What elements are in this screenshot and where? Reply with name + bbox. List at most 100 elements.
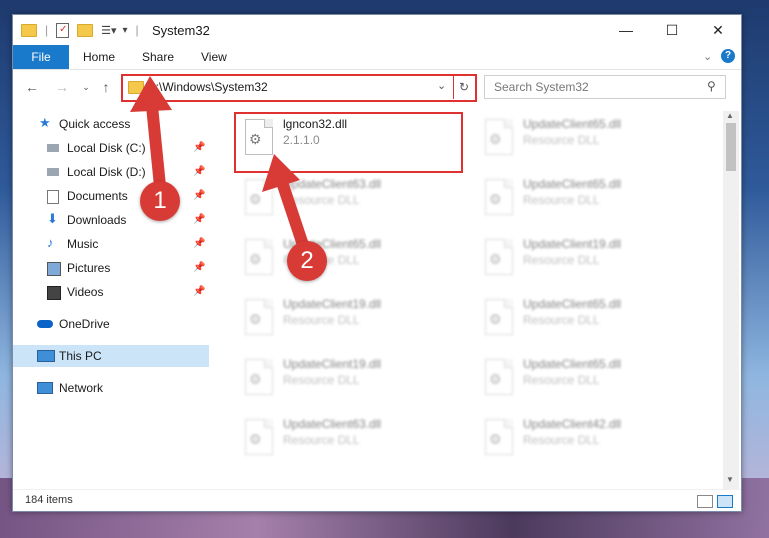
quick-access-toolbar: | ✓ ☰▾ ▾ |: [21, 21, 139, 39]
downloads-icon: ⬇: [47, 211, 58, 226]
file-item[interactable]: ⚙ UpdateClient19.dll Resource DLL: [235, 293, 463, 345]
file-item[interactable]: ⚙ UpdateClient65.dll Resource DLL: [475, 173, 703, 225]
file-name: UpdateClient63.dll: [283, 417, 382, 431]
file-item[interactable]: ⚙ UpdateClient63.dll Resource DLL: [235, 173, 463, 225]
music-icon: ♪: [47, 235, 54, 250]
pin-icon[interactable]: 📌: [193, 137, 205, 159]
details-view-icon[interactable]: [697, 495, 713, 508]
large-icons-view-icon[interactable]: [717, 495, 733, 508]
pin-icon[interactable]: 📌: [193, 281, 205, 303]
up-button[interactable]: ↑: [97, 78, 115, 96]
sidebar-item-music[interactable]: ♪ Music 📌: [13, 233, 209, 255]
window-title: System32: [152, 23, 210, 38]
close-button[interactable]: ✕: [695, 15, 741, 45]
file-item[interactable]: ⚙ UpdateClient65.dll Resource DLL: [475, 113, 703, 165]
tab-view[interactable]: View: [197, 45, 231, 69]
gear-icon: ⚙: [489, 251, 502, 267]
sidebar-item-label: Pictures: [67, 261, 111, 275]
item-count: 184 items: [25, 494, 73, 506]
gear-icon: ⚙: [249, 191, 262, 207]
file-item[interactable]: ⚙ UpdateClient65.dll Resource DLL: [475, 293, 703, 345]
sidebar-item-label: Local Disk (C:): [67, 141, 146, 155]
refresh-icon[interactable]: ↻: [453, 75, 474, 99]
minimize-button[interactable]: —: [603, 15, 649, 45]
sidebar-item-videos[interactable]: Videos 📌: [13, 281, 209, 303]
step-2-badge: 2: [287, 241, 327, 281]
file-name: UpdateClient65.dll: [523, 297, 622, 311]
sidebar-item-local-disk-d[interactable]: Local Disk (D:) 📌: [13, 161, 209, 183]
file-explorer-window: | ✓ ☰▾ ▾ | System32 — ☐ ✕ File Home Shar…: [12, 14, 742, 512]
sidebar-item-label: Network: [59, 381, 104, 395]
file-description: Resource DLL: [283, 373, 360, 387]
back-button[interactable]: ←: [23, 78, 41, 96]
network-icon: [37, 382, 53, 394]
sidebar-item-label: Music: [67, 237, 99, 251]
folder-icon: [128, 81, 144, 94]
file-item[interactable]: ⚙ UpdateClient42.dll Resource DLL: [475, 413, 703, 465]
step-1-badge: 1: [140, 181, 180, 221]
gear-icon: ⚙: [249, 371, 262, 387]
scroll-up-icon[interactable]: ▲: [726, 111, 734, 120]
tab-file[interactable]: File: [13, 45, 69, 69]
address-dropdown-icon[interactable]: ⌄: [437, 79, 446, 92]
file-item[interactable]: ⚙ UpdateClient19.dll Resource DLL: [475, 233, 703, 285]
help-icon[interactable]: ?: [721, 49, 735, 63]
highlight-box: [234, 112, 463, 173]
file-item[interactable]: ⚙ UpdateClient65.dll Resource DLL: [475, 353, 703, 405]
file-description: Resource DLL: [523, 193, 600, 207]
file-item[interactable]: ⚙ UpdateClient63.dll Resource DLL: [235, 413, 463, 465]
pin-icon[interactable]: 📌: [193, 233, 205, 255]
customize-toolbar-icon[interactable]: ☰▾: [101, 24, 116, 37]
sidebar-item-this-pc[interactable]: This PC: [13, 345, 209, 367]
expand-ribbon-icon[interactable]: ⌄: [703, 50, 712, 63]
sidebar-item-label: Documents: [67, 189, 128, 203]
file-description: Resource DLL: [283, 313, 360, 327]
tab-share[interactable]: Share: [138, 45, 178, 69]
file-name: UpdateClient65.dll: [523, 357, 622, 371]
new-folder-icon[interactable]: [77, 23, 94, 37]
sidebar-item-quick-access[interactable]: ★ Quick access: [13, 113, 209, 135]
status-bar: 184 items: [13, 489, 741, 512]
gear-icon: ⚙: [489, 431, 502, 447]
sidebar-item-network[interactable]: Network: [13, 377, 209, 399]
vertical-scrollbar[interactable]: ▲ ▼: [723, 111, 739, 489]
maximize-button[interactable]: ☐: [649, 15, 695, 45]
address-row: ← → ⌄ ↑ C:\Windows\System32 ⌄ ↻ Search S…: [13, 70, 741, 104]
address-path: C:\Windows\System32: [147, 80, 268, 94]
pin-icon[interactable]: 📌: [193, 161, 205, 183]
drive-icon: [47, 168, 59, 176]
tab-home[interactable]: Home: [79, 45, 119, 69]
file-description: Resource DLL: [523, 253, 600, 267]
sidebar-item-local-disk-c[interactable]: Local Disk (C:) 📌: [13, 137, 209, 159]
sidebar-item-pictures[interactable]: Pictures 📌: [13, 257, 209, 279]
pin-icon[interactable]: 📌: [193, 185, 205, 207]
address-bar[interactable]: C:\Windows\System32 ⌄ ↻: [121, 74, 477, 102]
dropdown-arrow-icon[interactable]: ▾: [123, 25, 128, 36]
pin-icon[interactable]: 📌: [193, 257, 205, 279]
sidebar-item-label: Videos: [67, 285, 104, 299]
ribbon: File Home Share View ⌄ ?: [13, 45, 741, 70]
search-icon[interactable]: ⚲: [707, 79, 716, 93]
file-item[interactable]: ⚙ UpdateClient65.dll Resource DLL: [235, 233, 463, 285]
documents-icon: [47, 190, 59, 204]
file-name: UpdateClient42.dll: [523, 417, 622, 431]
scrollbar-thumb[interactable]: [726, 123, 736, 171]
file-item[interactable]: ⚙ UpdateClient19.dll Resource DLL: [235, 353, 463, 405]
pin-icon[interactable]: 📌: [193, 209, 205, 231]
folder-icon[interactable]: [21, 23, 37, 37]
gear-icon: ⚙: [489, 371, 502, 387]
scroll-down-icon[interactable]: ▼: [726, 475, 734, 484]
file-description: Resource DLL: [523, 133, 600, 147]
properties-icon[interactable]: ✓: [56, 22, 70, 38]
search-input[interactable]: Search System32 ⚲: [484, 75, 726, 99]
cloud-icon: [37, 320, 53, 328]
file-description: Resource DLL: [523, 433, 600, 447]
sidebar-item-onedrive[interactable]: OneDrive: [13, 313, 209, 335]
sidebar-item-downloads[interactable]: ⬇ Downloads 📌: [13, 209, 209, 231]
search-placeholder: Search System32: [494, 80, 589, 94]
videos-icon: [47, 286, 61, 300]
recent-locations-button[interactable]: ⌄: [77, 78, 95, 96]
file-name: UpdateClient19.dll: [283, 297, 382, 311]
computer-icon: [37, 350, 55, 362]
forward-button[interactable]: →: [53, 78, 71, 96]
